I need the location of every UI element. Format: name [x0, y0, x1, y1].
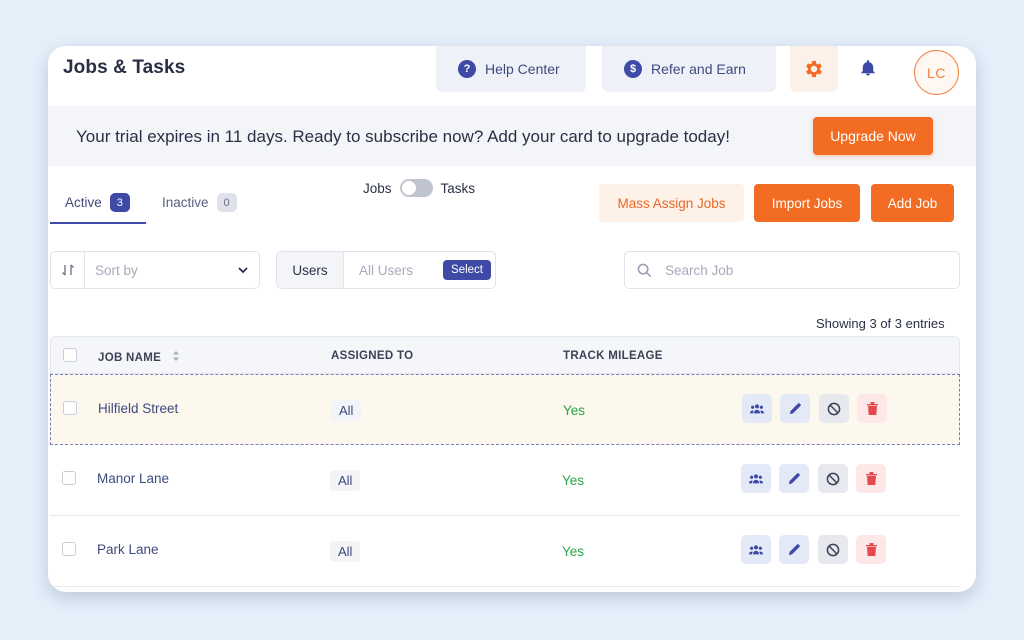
track-mileage: Yes	[562, 473, 585, 488]
deactivate-button[interactable]	[818, 464, 848, 493]
delete-button[interactable]	[857, 394, 887, 423]
team-icon	[749, 473, 763, 483]
search-job-field[interactable]	[624, 251, 960, 289]
edit-button[interactable]	[779, 535, 809, 564]
trial-banner-text: Your trial expires in 11 days. Ready to …	[76, 127, 730, 146]
tab-active-count: 3	[109, 193, 130, 212]
tab-active[interactable]: Active 3	[65, 193, 130, 212]
jobs-tasks-toggle-group: Jobs Tasks	[363, 179, 475, 197]
upgrade-now-button[interactable]: Upgrade Now	[813, 117, 933, 155]
tab-inactive[interactable]: Inactive 0	[162, 193, 237, 212]
job-name[interactable]: Park Lane	[97, 542, 159, 557]
job-name[interactable]: Hilfield Street	[98, 401, 178, 416]
toggle-tasks-label: Tasks	[440, 180, 476, 196]
gear-icon	[806, 60, 822, 78]
block-icon	[826, 543, 840, 556]
trash-icon	[866, 402, 878, 415]
team-icon	[749, 544, 763, 554]
add-job-button[interactable]: Add Job	[871, 184, 954, 222]
users-select-button[interactable]: Select	[443, 260, 491, 280]
help-icon: ?	[458, 60, 476, 78]
assign-team-button[interactable]	[741, 535, 771, 564]
users-filter-value: All Users	[359, 262, 414, 278]
active-tab-indicator	[50, 222, 146, 224]
tab-active-label: Active	[65, 195, 102, 210]
import-jobs-button[interactable]: Import Jobs	[754, 184, 860, 222]
team-icon	[750, 403, 764, 413]
jobs-table: JOB NAME ASSIGNED TO TRACK MILEAGE Hilfi…	[50, 336, 960, 587]
edit-button[interactable]	[780, 394, 810, 423]
settings-button[interactable]	[790, 46, 838, 92]
assigned-to: All	[330, 541, 361, 562]
delete-button[interactable]	[856, 464, 886, 493]
sort-arrows-icon	[172, 351, 179, 361]
search-job-input[interactable]	[665, 262, 945, 278]
edit-icon	[789, 403, 801, 415]
select-all-checkbox[interactable]	[63, 348, 77, 362]
help-center-label: Help Center	[485, 61, 560, 77]
delete-button[interactable]	[856, 535, 886, 564]
block-icon	[826, 472, 840, 485]
users-filter[interactable]: Users All Users Select	[276, 251, 496, 289]
edit-button[interactable]	[779, 464, 809, 493]
notifications-button[interactable]	[857, 57, 879, 79]
assign-team-button[interactable]	[741, 464, 771, 493]
column-header-assigned-to: ASSIGNED TO	[331, 350, 414, 362]
users-filter-label: Users	[277, 252, 344, 288]
row-checkbox[interactable]	[63, 401, 77, 415]
column-header-job-name-label: JOB NAME	[98, 352, 162, 364]
edit-icon	[788, 544, 800, 556]
toggle-knob	[401, 181, 416, 195]
deactivate-button[interactable]	[818, 535, 848, 564]
avatar[interactable]: LC	[914, 50, 959, 95]
assigned-to: All	[331, 400, 362, 421]
page-title: Jobs & Tasks	[63, 57, 186, 78]
tab-inactive-count: 0	[216, 193, 237, 212]
entries-count: Showing 3 of 3 entries	[816, 316, 945, 331]
bell-icon	[861, 60, 875, 76]
mass-assign-jobs-button[interactable]: Mass Assign Jobs	[599, 184, 744, 222]
edit-icon	[788, 473, 800, 485]
column-header-track-mileage: TRACK MILEAGE	[563, 350, 663, 362]
refer-earn-button[interactable]: $ Refer and Earn	[602, 46, 776, 92]
refer-earn-label: Refer and Earn	[651, 61, 746, 77]
help-center-button[interactable]: ? Help Center	[436, 46, 586, 92]
trash-icon	[865, 472, 877, 485]
chevron-down-icon	[238, 267, 248, 274]
search-icon	[637, 262, 653, 278]
trial-banner: Your trial expires in 11 days. Ready to …	[48, 106, 976, 166]
table-row[interactable]: Park Lane All Yes	[50, 516, 960, 587]
tab-inactive-label: Inactive	[162, 195, 209, 210]
table-row[interactable]: Manor Lane All Yes	[50, 445, 960, 516]
sort-select[interactable]: Sort by	[50, 251, 260, 289]
trash-icon	[865, 543, 877, 556]
dollar-icon: $	[624, 60, 642, 78]
track-mileage: Yes	[562, 544, 585, 559]
header: Jobs & Tasks ? Help Center $ Refer and E…	[48, 46, 976, 106]
track-mileage: Yes	[563, 403, 586, 418]
row-checkbox[interactable]	[62, 471, 76, 485]
row-checkbox[interactable]	[62, 542, 76, 556]
table-row[interactable]: Hilfield Street All Yes	[50, 374, 960, 445]
sort-icon	[51, 252, 85, 288]
assign-team-button[interactable]	[742, 394, 772, 423]
app-window: Jobs & Tasks ? Help Center $ Refer and E…	[48, 46, 976, 592]
sort-placeholder: Sort by	[95, 262, 138, 278]
table-header: JOB NAME ASSIGNED TO TRACK MILEAGE	[50, 336, 960, 374]
deactivate-button[interactable]	[819, 394, 849, 423]
column-header-job-name[interactable]: JOB NAME	[98, 350, 181, 364]
assigned-to: All	[330, 470, 361, 491]
job-name[interactable]: Manor Lane	[97, 471, 169, 486]
jobs-tasks-toggle[interactable]	[399, 179, 433, 197]
toggle-jobs-label: Jobs	[363, 180, 392, 196]
block-icon	[827, 402, 841, 415]
